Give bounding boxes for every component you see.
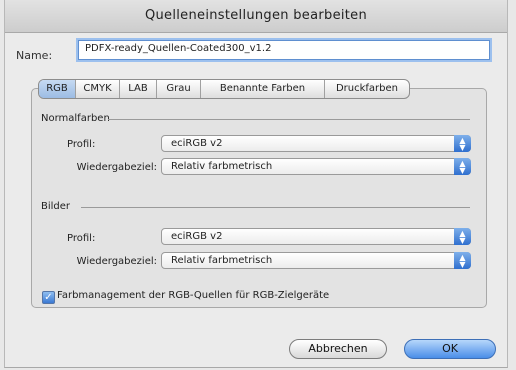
tab-benannte-farben[interactable]: Benannte Farben <box>201 80 325 98</box>
normalfarben-divider <box>108 119 470 120</box>
name-input[interactable]: PDFX-ready_Quellen-Coated300_v1.2 <box>78 40 490 60</box>
updown-arrows-icon: ▲ ▼ <box>454 135 471 152</box>
bilder-title: Bilder <box>41 201 71 212</box>
normalfarben-profil-select[interactable]: eciRGB v2 ▲ ▼ <box>161 135 471 152</box>
tab-rgb[interactable]: RGB <box>39 80 76 98</box>
tab-bar: RGB CMYK LAB Grau Benannte Farben Druckf… <box>38 79 410 99</box>
dialog-title: Quelleneinstellungen bearbeiten <box>5 0 507 33</box>
bilder-profil-select[interactable]: eciRGB v2 ▲ ▼ <box>161 228 471 245</box>
tab-druckfarben[interactable]: Druckfarben <box>325 80 409 98</box>
updown-arrows-icon: ▲ ▼ <box>454 228 471 245</box>
checkmark-icon: ✓ <box>44 292 53 303</box>
rgb-colormanagement-label: Farbmanagement der RGB-Quellen für RGB-Z… <box>57 290 330 301</box>
tab-cmyk[interactable]: CMYK <box>76 80 120 98</box>
rgb-colormanagement-checkbox[interactable]: ✓ <box>42 291 55 304</box>
cancel-button[interactable]: Abbrechen <box>289 339 387 359</box>
normalfarben-intent-value: Relativ farbmetrisch <box>171 161 273 172</box>
normalfarben-profil-label: Profil: <box>67 139 96 150</box>
normalfarben-intent-label: Wiedergabeziel: <box>76 162 157 173</box>
bilder-intent-select[interactable]: Relativ farbmetrisch ▲ ▼ <box>161 252 471 269</box>
bilder-intent-value: Relativ farbmetrisch <box>171 255 273 266</box>
bilder-intent-label: Wiedergabeziel: <box>76 256 157 267</box>
tab-lab[interactable]: LAB <box>120 80 157 98</box>
updown-arrows-icon: ▲ ▼ <box>454 252 471 269</box>
bilder-divider <box>81 207 470 208</box>
normalfarben-profil-value: eciRGB v2 <box>171 138 223 149</box>
name-label: Name: <box>16 49 53 62</box>
normalfarben-intent-select[interactable]: Relativ farbmetrisch ▲ ▼ <box>161 158 471 175</box>
bilder-profil-value: eciRGB v2 <box>171 231 223 242</box>
bilder-profil-label: Profil: <box>67 233 96 244</box>
updown-arrows-icon: ▲ ▼ <box>454 158 471 175</box>
normalfarben-title: Normalfarben <box>41 113 110 124</box>
tab-grau[interactable]: Grau <box>157 80 201 98</box>
ok-button[interactable]: OK <box>404 339 496 359</box>
